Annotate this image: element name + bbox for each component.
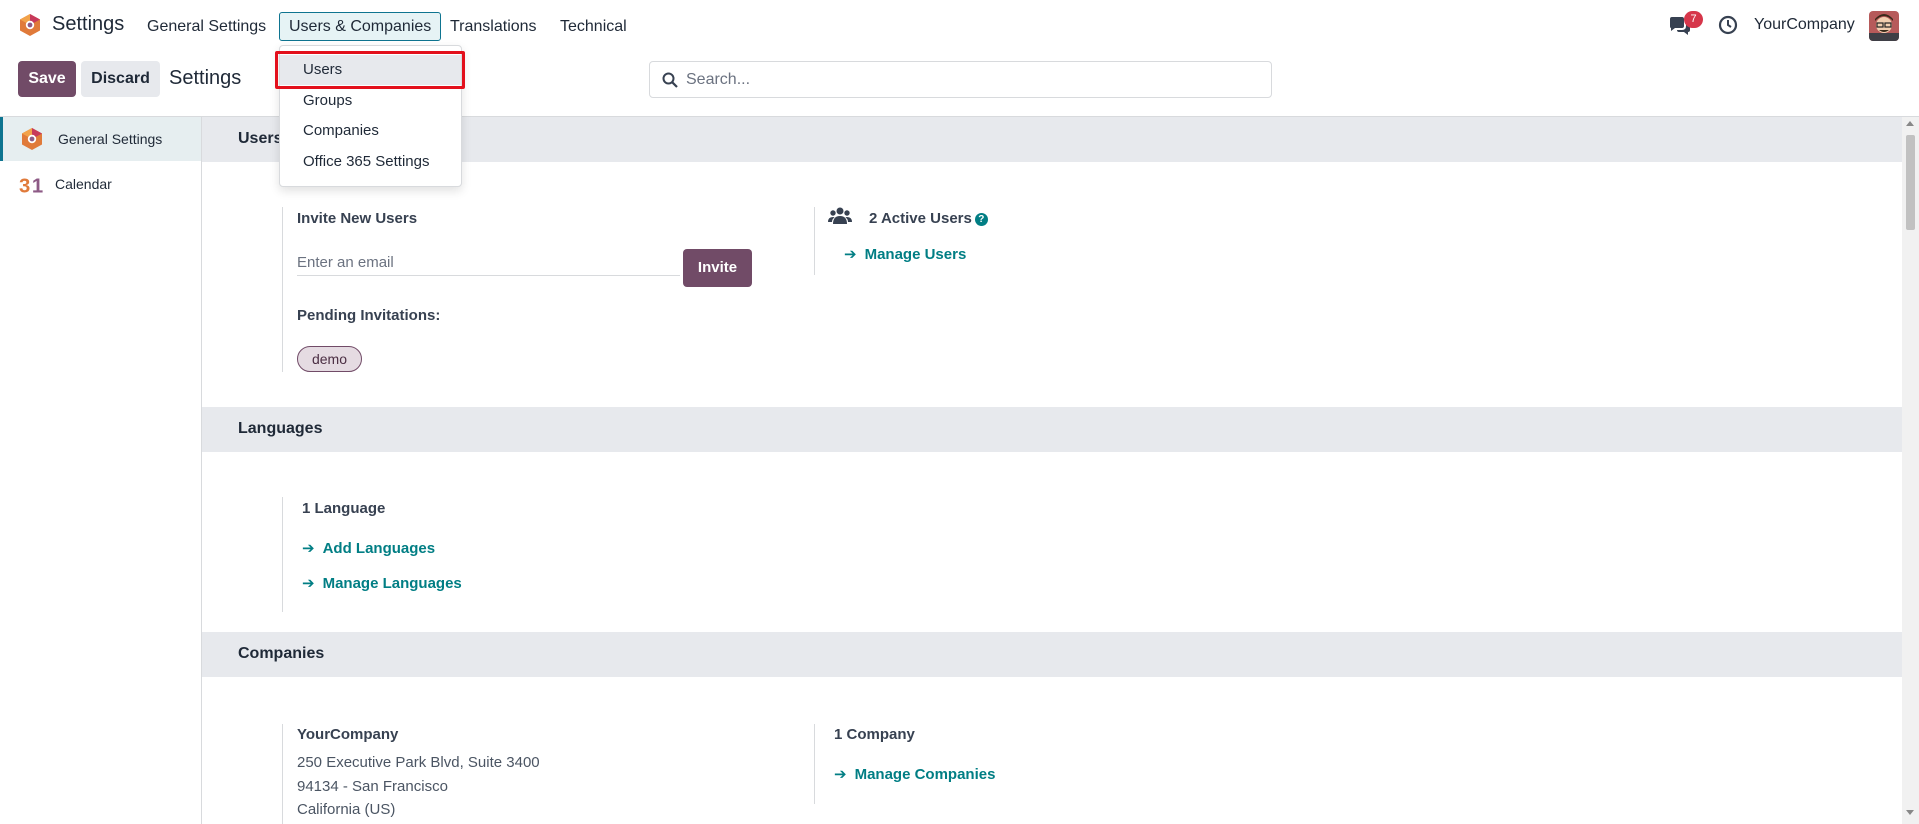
manage-languages-link[interactable]: ➔ Manage Languages	[302, 574, 462, 592]
settings-content: Users Invite New Users Invite Pending In…	[202, 117, 1902, 824]
section-title: Languages	[238, 420, 323, 437]
menu-users-companies[interactable]: Users & Companies	[279, 12, 442, 41]
invite-email-input[interactable]	[297, 250, 680, 276]
arrow-right-icon: ➔	[302, 540, 315, 557]
company-address-line: 94134 - San Francisco	[297, 778, 448, 795]
arrow-right-icon: ➔	[844, 246, 857, 263]
dropdown-item-companies[interactable]: Companies	[280, 116, 461, 146]
arrow-right-icon: ➔	[302, 575, 315, 592]
search-input[interactable]	[686, 68, 1256, 92]
sidebar-item-general-settings[interactable]: General Settings	[0, 117, 201, 161]
search-box[interactable]	[649, 61, 1272, 98]
company-address-line: California (US)	[297, 801, 396, 818]
setting-divider	[814, 207, 815, 275]
company-name: YourCompany	[297, 726, 399, 743]
dropdown-item-office365-settings[interactable]: Office 365 Settings	[280, 147, 461, 177]
add-languages-link[interactable]: ➔ Add Languages	[302, 539, 435, 557]
breadcrumb: Settings	[169, 67, 242, 89]
pending-invitations-label: Pending Invitations:	[297, 307, 441, 324]
annotation-highlight-box	[275, 51, 465, 89]
company-address-line: 250 Executive Park Blvd, Suite 3400	[297, 754, 540, 771]
users-icon	[828, 207, 852, 224]
link-label: Manage Companies	[854, 766, 996, 783]
calendar-31-icon: 3 1	[19, 175, 43, 196]
dropdown-item-groups[interactable]: Groups	[280, 86, 461, 116]
scroll-thumb[interactable]	[1906, 135, 1915, 230]
invite-label: Invite New Users	[297, 210, 418, 227]
link-label: Manage Users	[864, 246, 967, 263]
discard-button[interactable]: Discard	[81, 61, 160, 97]
setting-divider	[814, 724, 815, 804]
menu-technical[interactable]: Technical	[550, 12, 637, 41]
section-title: Users	[238, 130, 283, 147]
settings-app-icon[interactable]	[18, 13, 42, 37]
section-title: Companies	[238, 645, 325, 662]
company-switcher[interactable]: YourCompany	[1754, 16, 1855, 34]
menu-general-settings[interactable]: General Settings	[137, 12, 276, 41]
pending-invitation-tag[interactable]: demo	[297, 346, 362, 372]
setting-divider	[282, 497, 283, 612]
scroll-up-arrow-icon[interactable]	[1906, 121, 1914, 126]
link-label: Manage Languages	[322, 575, 462, 592]
manage-companies-link[interactable]: ➔ Manage Companies	[834, 765, 995, 783]
menu-translations[interactable]: Translations	[440, 12, 547, 41]
companies-section-header: Companies	[202, 632, 1902, 677]
sidebar-item-calendar[interactable]: 3 1 Calendar	[0, 162, 201, 206]
company-count: 1 Company	[834, 726, 915, 743]
sidebar-item-label: Calendar	[55, 176, 112, 192]
svg-text:3: 3	[19, 175, 30, 196]
search-icon	[662, 72, 678, 88]
link-label: Add Languages	[322, 540, 436, 557]
setting-divider	[282, 207, 283, 372]
active-users-text: 2 Active Users	[869, 210, 972, 227]
scroll-down-arrow-icon[interactable]	[1906, 810, 1914, 815]
content-scrollbar[interactable]	[1902, 117, 1919, 824]
top-navbar: Settings General Settings Users & Compan…	[0, 0, 1919, 51]
invite-button[interactable]: Invite	[683, 249, 752, 287]
sidebar-item-label: General Settings	[58, 131, 163, 147]
arrow-right-icon: ➔	[834, 766, 847, 783]
chat-badge: 7	[1684, 11, 1703, 28]
svg-text:1: 1	[32, 175, 43, 196]
setting-divider	[282, 724, 283, 824]
save-button[interactable]: Save	[18, 61, 76, 97]
languages-section-header: Languages	[202, 407, 1902, 452]
settings-sidebar: General Settings 3 1 Calendar	[0, 117, 202, 824]
user-avatar[interactable]	[1869, 11, 1899, 41]
odoo-settings-icon	[22, 128, 42, 150]
language-count: 1 Language	[302, 500, 386, 517]
clock-icon[interactable]	[1718, 15, 1738, 35]
manage-users-link[interactable]: ➔ Manage Users	[844, 245, 966, 263]
app-title[interactable]: Settings	[52, 13, 124, 36]
help-icon[interactable]: ?	[974, 213, 988, 226]
active-users-count: 2 Active Users?	[869, 210, 988, 227]
